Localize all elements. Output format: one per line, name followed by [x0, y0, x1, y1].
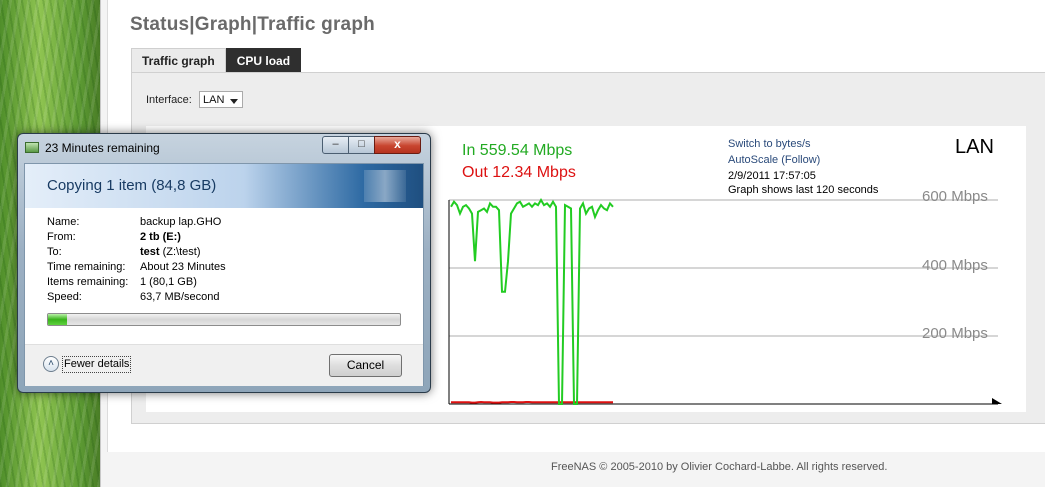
out-rate-label: Out 12.34 Mbps — [462, 164, 576, 181]
detail-value-rest: (Z:\test) — [159, 246, 201, 258]
tab-bar: Traffic graph CPU load — [131, 48, 302, 73]
detail-key: Speed: — [47, 291, 82, 303]
detail-key: Items remaining: — [47, 276, 129, 288]
copy-icon — [25, 142, 39, 153]
fewer-details-link[interactable]: Fewer details — [62, 356, 132, 373]
detail-key: Name: — [47, 216, 80, 228]
minimize-button[interactable]: – — [322, 136, 349, 154]
gridline-label-600: 600 Mbps — [922, 188, 988, 205]
detail-value-bold: 2 tb (E:) — [140, 231, 181, 243]
detail-value: 1 (80,1 GB) — [140, 276, 197, 288]
graph-interface-name: LAN — [955, 136, 994, 158]
detail-value: 63,7 MB/second — [140, 291, 220, 303]
progress-fill — [48, 314, 68, 325]
header-gloss — [364, 170, 406, 202]
interface-label: Interface: — [146, 94, 192, 106]
detail-key: To: — [47, 246, 62, 258]
autoscale-link[interactable]: AutoScale (Follow) — [728, 154, 820, 166]
dialog-footer: ˄ Fewer details Cancel — [25, 344, 423, 386]
detail-row-speed: Speed: 63,7 MB/second — [47, 290, 226, 305]
detail-row-items-remaining: Items remaining: 1 (80,1 GB) — [47, 275, 226, 290]
x-axis-arrow-icon — [992, 398, 1002, 404]
detail-row-name: Name: backup lap.GHO — [47, 215, 226, 230]
footer-copyright: FreeNAS © 2005-2010 by Olivier Cochard-L… — [551, 461, 888, 473]
detail-value: backup lap.GHO — [140, 216, 222, 228]
dialog-client: Copying 1 item (84,8 GB) Name: backup lap… — [24, 163, 424, 386]
copy-dialog[interactable]: 23 Minutes remaining – □ x Copying 1 ite… — [17, 133, 431, 393]
copy-summary: Copying 1 item (84,8 GB) — [47, 177, 217, 194]
copy-details: Name: backup lap.GHO From: 2 tb (E:) To: te… — [47, 215, 226, 305]
cancel-button[interactable]: Cancel — [329, 354, 402, 377]
detail-value: About 23 Minutes — [140, 261, 226, 273]
detail-value-bold: test — [140, 246, 160, 258]
detail-row-from: From: 2 tb (E:) — [47, 230, 226, 245]
tab-cpu-load[interactable]: CPU load — [225, 48, 302, 73]
copy-progress-bar — [47, 313, 401, 326]
detail-key: Time remaining: — [47, 261, 126, 273]
detail-row-time-remaining: Time remaining: About 23 Minutes — [47, 260, 226, 275]
graph-window-note: Graph shows last 120 seconds — [728, 184, 879, 196]
gridline-label-400: 400 Mbps — [922, 257, 988, 274]
dialog-header: Copying 1 item (84,8 GB) — [25, 164, 423, 208]
dialog-title: 23 Minutes remaining — [45, 141, 160, 155]
chevron-up-icon[interactable]: ˄ — [43, 356, 59, 372]
gridline-label-200: 200 Mbps — [922, 325, 988, 342]
in-series-line — [450, 198, 614, 405]
out-series-line — [451, 400, 613, 404]
tab-traffic-graph[interactable]: Traffic graph — [131, 48, 226, 73]
graph-datetime: 2/9/2011 17:57:05 — [728, 170, 816, 182]
page-title: Status|Graph|Traffic graph — [130, 14, 375, 35]
detail-row-to: To: test (Z:\test) — [47, 245, 226, 260]
interface-select[interactable]: LAN — [199, 91, 243, 108]
in-rate-label: In 559.54 Mbps — [462, 142, 572, 159]
chevron-down-icon — [230, 99, 238, 104]
interface-select-value: LAN — [203, 94, 225, 106]
close-button[interactable]: x — [374, 136, 421, 154]
switch-to-bytes-link[interactable]: Switch to bytes/s — [728, 138, 811, 150]
maximize-button[interactable]: □ — [348, 136, 375, 154]
detail-key: From: — [47, 231, 76, 243]
